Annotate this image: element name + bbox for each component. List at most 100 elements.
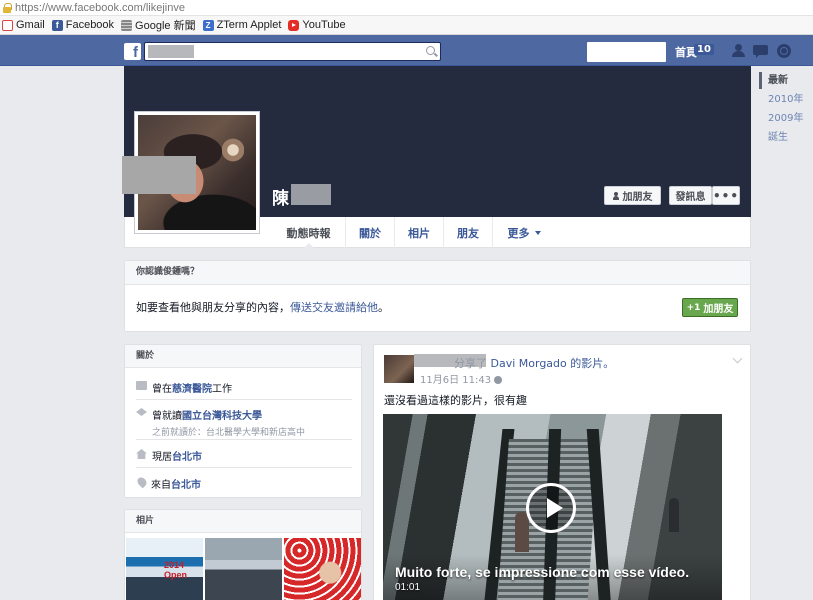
video-player[interactable]: Muito forte, se impressione com esse víd… xyxy=(383,414,722,600)
post-header: 分享了 Davi Morgado 的影片。 xyxy=(454,355,614,371)
bookmark-zterm[interactable]: Z ZTerm Applet xyxy=(202,19,282,31)
tab-about[interactable]: 關於 xyxy=(345,217,394,248)
about-work: 曾在慈濟醫院工作 xyxy=(136,380,352,395)
public-globe-icon xyxy=(494,376,503,384)
bookmark-label: Google 新聞 xyxy=(135,20,196,32)
do-you-know-text: 如要查看他與朋友分享的內容，傳送交友邀請給他。 xyxy=(136,299,389,315)
timeline-nav-born[interactable]: 誕生 xyxy=(759,129,813,148)
facebook-logo-icon[interactable]: f xyxy=(124,43,141,60)
photos-card: 相片 2014 Open xyxy=(124,509,362,600)
tab-label: 朋友 xyxy=(457,226,479,240)
know-text-after: 。 xyxy=(378,301,389,314)
url-scheme: https:// xyxy=(15,1,49,14)
timeline-nav-2010[interactable]: 2010年 xyxy=(759,91,813,110)
more-options-button[interactable]: ••• xyxy=(712,186,740,205)
play-icon[interactable] xyxy=(526,483,576,533)
work-place-link[interactable]: 慈濟醫院 xyxy=(172,384,212,395)
about-divider xyxy=(136,399,352,400)
tab-more[interactable]: 更多 xyxy=(492,217,555,248)
profile-tabs: 動態時報 關於 相片 朋友 更多 xyxy=(272,217,555,248)
about-education: 曾就讀國立台灣科技大學之前就讀於：台北醫學大學和新店高中 xyxy=(136,407,352,438)
timeline-nav-latest[interactable]: 最新 xyxy=(759,72,813,91)
house-icon xyxy=(136,449,147,459)
add-friend-green-button[interactable]: +1 加朋友 xyxy=(682,298,738,317)
post-text: 還沒看過這樣的影片，很有趣 xyxy=(384,394,527,407)
message-label: 發訊息 xyxy=(675,192,706,203)
add-friend-label: 加朋友 xyxy=(622,192,653,203)
messages-icon[interactable] xyxy=(753,44,768,58)
bookmark-gmail[interactable]: Gmail xyxy=(2,19,45,31)
location-pin-icon xyxy=(135,475,149,489)
video-person xyxy=(515,512,529,552)
from-city-link[interactable]: 台北市 xyxy=(171,480,201,491)
graduation-cap-icon xyxy=(136,408,147,416)
photo-thumbnail-caption: 2014 Open xyxy=(164,560,188,580)
search-input[interactable] xyxy=(144,42,441,61)
do-you-know-box: 你認識俊鍾嗎？ 如要查看他與朋友分享的內容，傳送交友邀請給他。 +1 加朋友 xyxy=(124,260,751,332)
bookmark-label: Gmail xyxy=(16,19,45,31)
bookmark-label: YouTube xyxy=(302,19,346,31)
photo-thumbnail[interactable] xyxy=(284,538,361,600)
url-text[interactable]: https://www.facebook.com/likejinve xyxy=(15,2,185,14)
tab-photos[interactable]: 相片 xyxy=(394,217,443,248)
post-time-text: 11月6日 11:43 xyxy=(420,375,492,386)
add-person-icon xyxy=(612,191,620,200)
about-from-text: 來自台北市 xyxy=(151,476,201,491)
photo-thumbnail[interactable]: 2014 Open xyxy=(126,538,203,600)
about-title: 關於 xyxy=(125,345,361,368)
work-suffix: 工作 xyxy=(212,384,232,395)
about-divider xyxy=(136,467,352,468)
shared-from-link[interactable]: Davi Morgado xyxy=(491,357,567,370)
photo-thumbnail[interactable] xyxy=(205,538,282,600)
tab-friends[interactable]: 朋友 xyxy=(443,217,492,248)
about-card: 關於 曾在慈濟醫院工作 曾就讀國立台灣科技大學之前就讀於：台北醫學大學和新店高中… xyxy=(124,344,362,498)
lives-city-link[interactable]: 台北市 xyxy=(172,452,202,463)
from-prefix: 來自 xyxy=(151,480,171,491)
search-redacted-text xyxy=(148,45,194,58)
bookmark-label: ZTerm Applet xyxy=(216,19,282,31)
search-icon[interactable] xyxy=(426,46,435,55)
bookmark-youtube[interactable]: YouTube xyxy=(288,19,346,31)
bookmarks-bar: Gmail f Facebook Google 新聞 Z ZTerm Applet … xyxy=(0,16,813,35)
add-friend-button[interactable]: 加朋友 xyxy=(604,186,661,205)
photos-title[interactable]: 相片 xyxy=(125,510,361,533)
send-friend-request-link[interactable]: 傳送交友邀請給他 xyxy=(290,301,378,314)
bookmark-facebook[interactable]: f Facebook xyxy=(51,19,115,31)
timeline-nav-2009[interactable]: 2009年 xyxy=(759,110,813,129)
facebook-icon: f xyxy=(51,19,63,31)
lock-icon xyxy=(2,2,12,13)
about-from: 來自台北市 xyxy=(135,475,352,491)
edu-prefix: 曾就讀 xyxy=(152,411,182,422)
tab-label: 動態時報 xyxy=(286,226,331,240)
tab-timeline[interactable]: 動態時報 xyxy=(272,217,345,248)
message-button[interactable]: 發訊息 xyxy=(669,186,712,205)
video-person xyxy=(669,498,679,532)
post-author-avatar[interactable] xyxy=(384,355,414,383)
address-bar[interactable]: https://www.facebook.com/likejinve xyxy=(0,0,813,16)
friend-requests-icon[interactable] xyxy=(731,44,746,57)
timeline-year-nav: 最新 2010年 2009年 誕生 xyxy=(759,72,813,148)
post-action: 分享了 xyxy=(454,357,487,370)
tab-label: 相片 xyxy=(408,226,430,240)
video-duration: 01:01 xyxy=(395,582,421,593)
post-options-chevron-icon[interactable] xyxy=(732,353,743,364)
tab-label: 關於 xyxy=(359,226,381,240)
about-work-text: 曾在慈濟醫院工作 xyxy=(152,380,232,395)
shared-object-link[interactable]: 的影片。 xyxy=(570,357,614,370)
briefcase-icon xyxy=(136,381,147,390)
bookmark-label: Facebook xyxy=(65,19,115,31)
facebook-top-bar: f 首頁 10 xyxy=(0,35,813,66)
about-lives-text: 現居台北市 xyxy=(152,448,202,463)
previous-schools: 之前就讀於：台北醫學大學和新店高中 xyxy=(152,428,306,438)
youtube-icon xyxy=(288,19,300,31)
post-timestamp[interactable]: 11月6日 11:43 xyxy=(420,371,503,386)
add-friend-plus-icon: +1 xyxy=(686,302,701,313)
add-friend-green-label: 加朋友 xyxy=(703,304,734,315)
notifications-globe-icon[interactable] xyxy=(777,44,791,58)
more-dots-icon: ••• xyxy=(713,188,740,203)
user-profile-link[interactable] xyxy=(587,42,666,62)
bookmark-google-news[interactable]: Google 新聞 xyxy=(121,17,196,33)
about-education-text: 曾就讀國立台灣科技大學之前就讀於：台北醫學大學和新店高中 xyxy=(152,407,305,438)
profile-name: 陳 xyxy=(272,189,289,209)
school-link[interactable]: 國立台灣科技大學 xyxy=(182,411,262,422)
